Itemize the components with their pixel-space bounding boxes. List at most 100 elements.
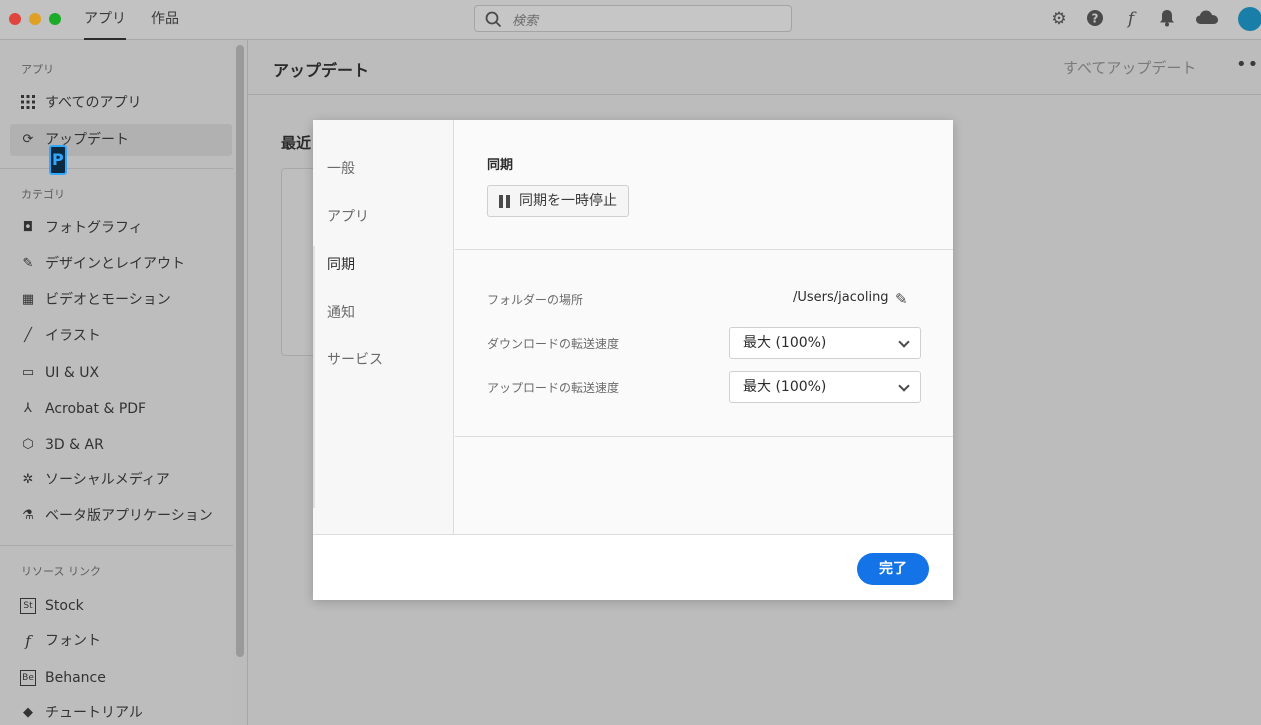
- sidebar-item-label: UI & UX: [45, 365, 100, 381]
- sidebar-item-illustration[interactable]: ╱ イラスト: [10, 320, 232, 352]
- page-title: アップデート: [273, 61, 370, 80]
- sidebar-item-label: フォトグラフィ: [45, 220, 143, 236]
- sidebar-item-all-apps[interactable]: すべてのアプリ: [10, 87, 232, 119]
- stock-icon: St: [20, 598, 36, 614]
- sync-section: 同期 同期を一時停止: [455, 120, 953, 250]
- bell-icon[interactable]: [1157, 9, 1177, 29]
- social-icon: ✲: [22, 472, 34, 487]
- sidebar-item-label: ソーシャルメディア: [45, 472, 170, 488]
- download-speed-select[interactable]: 最大 (100%): [729, 327, 921, 359]
- brush-icon: ╱: [24, 328, 32, 343]
- sidebar-item-label: フォント: [45, 633, 101, 649]
- gear-icon[interactable]: ⚙: [1049, 9, 1069, 29]
- upload-speed-select[interactable]: 最大 (100%): [729, 371, 921, 403]
- sidebar-item-label: すべてのアプリ: [45, 95, 142, 111]
- help-icon[interactable]: ?: [1085, 9, 1105, 29]
- preferences-content: 同期 同期を一時停止 フォルダーの場所 /Users/jacoling ✎ ダウ…: [455, 120, 953, 534]
- section-label-resources: リソース リンク: [21, 565, 101, 578]
- sidebar-item-fonts[interactable]: f フォント: [10, 625, 232, 657]
- sidebar-item-label: Behance: [45, 670, 106, 686]
- sidebar-item-social-media[interactable]: ✲ ソーシャルメディア: [10, 464, 232, 496]
- tab-apps[interactable]: アプリ: [84, 0, 126, 40]
- sidebar-item-label: イラスト: [45, 328, 101, 344]
- folder-location-label: フォルダーの場所: [487, 293, 584, 307]
- pause-icon: [499, 195, 511, 208]
- fonts-icon[interactable]: f: [1121, 9, 1141, 29]
- download-speed-value: 最大 (100%): [743, 335, 827, 351]
- nav-services[interactable]: サービス: [327, 349, 383, 369]
- sidebar-scrollbar[interactable]: [236, 45, 244, 657]
- done-button[interactable]: 完了: [857, 553, 929, 585]
- sidebar-item-stock[interactable]: St Stock: [10, 590, 232, 622]
- uiux-icon: ▭: [21, 365, 35, 380]
- search-input[interactable]: 検索: [474, 5, 792, 32]
- sidebar-item-tutorials[interactable]: ◆ チュートリアル: [10, 697, 232, 725]
- design-icon: ✎: [22, 256, 34, 271]
- sidebar-item-3d-ar[interactable]: ⬡ 3D & AR: [10, 429, 232, 461]
- sidebar-item-updates[interactable]: ⟳ アップデート: [10, 124, 232, 156]
- section-label-apps: アプリ: [21, 63, 54, 76]
- pause-sync-label: 同期を一時停止: [519, 193, 617, 209]
- top-bar: アプリ 作品 検索 ⚙ ? f: [0, 0, 1261, 40]
- sidebar-item-behance[interactable]: Be Behance: [10, 662, 232, 694]
- tutorial-icon: ◆: [23, 705, 33, 720]
- nav-track: [313, 246, 315, 508]
- sidebar-item-design-layout[interactable]: ✎ デザインとレイアウト: [10, 248, 232, 280]
- dialog-footer: 完了: [313, 534, 953, 600]
- more-options-icon[interactable]: •••: [1236, 54, 1261, 75]
- update-all-button[interactable]: すべてアップデート: [1063, 57, 1196, 78]
- nav-general[interactable]: 一般: [327, 158, 355, 178]
- sidebar-item-label: ベータ版アプリケーション: [45, 508, 213, 524]
- folder-path: /Users/jacoling: [793, 290, 889, 305]
- sidebar-item-beta-apps[interactable]: ⚗ ベータ版アプリケーション: [10, 500, 232, 532]
- photoshop-logo-icon: P: [49, 145, 67, 175]
- download-speed-label: ダウンロードの転送速度: [487, 337, 620, 351]
- sidebar-item-label: Acrobat & PDF: [45, 401, 147, 417]
- main-header: アップデート すべてアップデート •••: [248, 40, 1261, 95]
- pencil-icon[interactable]: ✎: [895, 290, 913, 308]
- sync-settings-section: フォルダーの場所 /Users/jacoling ✎ ダウンロードの転送速度 最…: [455, 251, 953, 437]
- chevron-down-icon: [898, 380, 910, 392]
- close-window-button[interactable]: [9, 13, 21, 25]
- flask-icon: ⚗: [22, 508, 34, 523]
- upload-speed-value: 最大 (100%): [743, 379, 827, 395]
- preferences-dialog: 一般 アプリ 同期 通知 サービス 同期 同期を一時停止 フォルダーの場所 /U…: [313, 120, 953, 600]
- sidebar-item-video-motion[interactable]: ▦ ビデオとモーション: [10, 284, 232, 316]
- acrobat-icon: ⅄: [24, 401, 32, 416]
- sidebar-item-photography[interactable]: ◘ フォトグラフィ: [10, 212, 232, 244]
- nav-apps[interactable]: アプリ: [327, 206, 369, 226]
- minimize-window-button[interactable]: [29, 13, 41, 25]
- sidebar-item-label: ビデオとモーション: [45, 292, 171, 308]
- recent-heading: 最近: [281, 134, 312, 152]
- nav-notifications[interactable]: 通知: [327, 302, 355, 322]
- tab-works[interactable]: 作品: [151, 0, 179, 40]
- upload-speed-label: アップロードの転送速度: [487, 381, 620, 395]
- refresh-icon: ⟳: [22, 132, 34, 147]
- pause-sync-button[interactable]: 同期を一時停止: [487, 185, 629, 217]
- nav-sync[interactable]: 同期: [327, 254, 355, 274]
- search-icon: [485, 11, 502, 28]
- sidebar-item-label: Stock: [45, 598, 84, 614]
- search-placeholder: 検索: [512, 14, 539, 29]
- cube-icon: ⬡: [22, 437, 34, 452]
- divider: [0, 168, 233, 169]
- sidebar-item-label: チュートリアル: [45, 705, 143, 721]
- sidebar-item-label: デザインとレイアウト: [45, 256, 185, 272]
- cloud-icon[interactable]: [1195, 9, 1219, 29]
- behance-icon: Be: [20, 670, 36, 686]
- sidebar: アプリ すべてのアプリ ⟳ アップデート カテゴリ ◘ フォトグラフィ ✎ デザ…: [0, 40, 233, 725]
- sidebar-item-ui-ux[interactable]: ▭ UI & UX: [10, 357, 232, 389]
- font-icon: f: [25, 632, 31, 650]
- video-icon: ▦: [21, 292, 35, 307]
- sidebar-item-acrobat-pdf[interactable]: ⅄ Acrobat & PDF: [10, 393, 232, 425]
- preferences-nav: 一般 アプリ 同期 通知 サービス: [313, 120, 454, 534]
- camera-icon: ◘: [22, 220, 34, 235]
- chevron-down-icon: [898, 336, 910, 348]
- sync-heading: 同期: [487, 158, 514, 173]
- zoom-window-button[interactable]: [49, 13, 61, 25]
- divider: [0, 545, 233, 546]
- svg-text:?: ?: [1092, 12, 1099, 26]
- avatar[interactable]: [1238, 7, 1261, 31]
- grid-icon: [20, 95, 36, 111]
- sidebar-item-label: 3D & AR: [45, 437, 104, 453]
